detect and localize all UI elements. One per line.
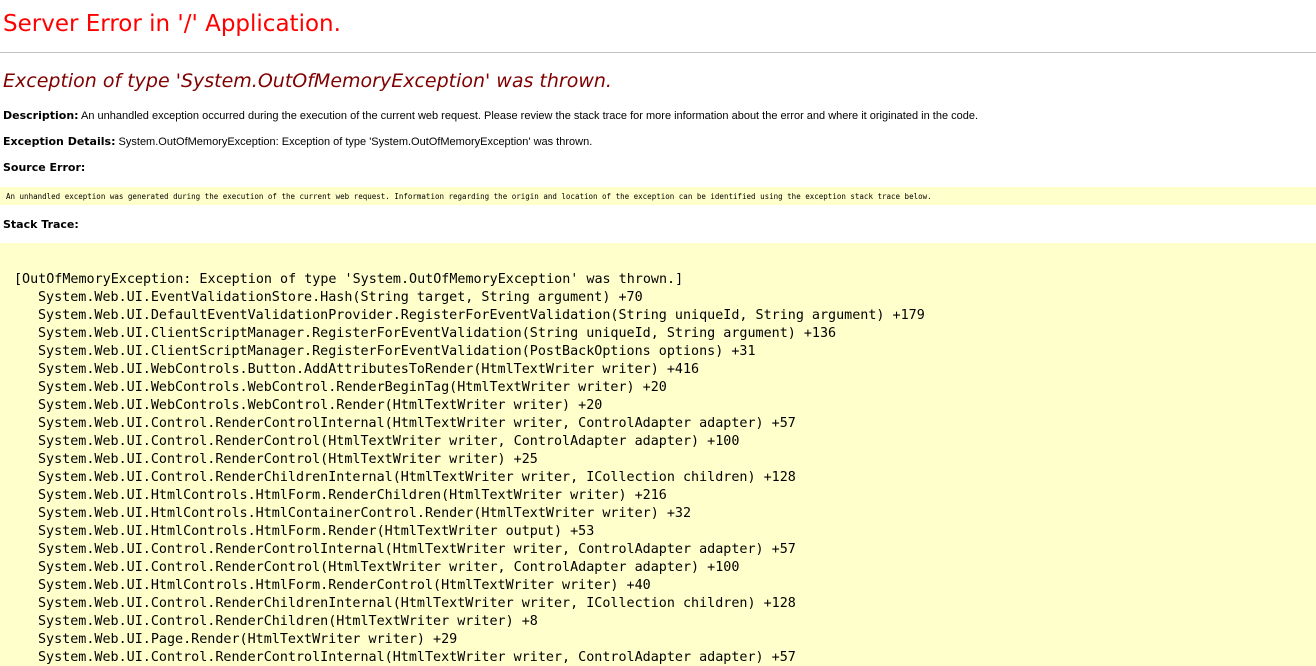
stack-frame: System.Web.UI.HtmlControls.HtmlForm.Rend… xyxy=(38,524,595,539)
stack-frame: System.Web.UI.WebControls.WebControl.Ren… xyxy=(38,380,667,395)
stack-frame: System.Web.UI.Page.Render(HtmlTextWriter… xyxy=(38,632,458,647)
exception-details-label: Exception Details: xyxy=(3,135,116,148)
description-line: Description: An unhandled exception occu… xyxy=(3,109,978,122)
stack-frame: System.Web.UI.DefaultEventValidationProv… xyxy=(38,308,925,323)
stack-trace-text: [OutOfMemoryException: Exception of type… xyxy=(14,271,925,666)
exception-details-line: Exception Details: System.OutOfMemoryExc… xyxy=(3,135,592,148)
stack-frame: System.Web.UI.Control.RenderControl(Html… xyxy=(38,560,740,575)
source-error-line: Source Error: xyxy=(3,161,85,174)
stack-frame: System.Web.UI.HtmlControls.HtmlContainer… xyxy=(38,506,692,521)
stack-frame: System.Web.UI.ClientScriptManager.Regist… xyxy=(38,344,756,359)
stack-frame: System.Web.UI.HtmlControls.HtmlForm.Rend… xyxy=(38,488,667,503)
stack-frame: System.Web.UI.Control.RenderControl(Html… xyxy=(38,434,740,449)
description-text: An unhandled exception occurred during t… xyxy=(81,110,979,122)
stack-frame: System.Web.UI.Control.RenderControl(Html… xyxy=(38,452,538,467)
stack-frame: System.Web.UI.Control.RenderControlInter… xyxy=(38,416,796,431)
stack-trace-line: Stack Trace: xyxy=(3,218,79,231)
stack-frame: System.Web.UI.WebControls.WebControl.Ren… xyxy=(38,398,603,413)
page-title: Server Error in '/' Application. xyxy=(3,11,341,37)
exception-details-text: System.OutOfMemoryException: Exception o… xyxy=(118,136,593,148)
source-error-text: An unhandled exception was generated dur… xyxy=(6,192,932,201)
stack-trace-label: Stack Trace: xyxy=(3,218,79,231)
exception-heading: Exception of type 'System.OutOfMemoryExc… xyxy=(3,70,612,92)
stack-frame: System.Web.UI.EventValidationStore.Hash(… xyxy=(38,290,643,305)
stack-frame: System.Web.UI.WebControls.Button.AddAttr… xyxy=(38,362,700,377)
source-error-box: An unhandled exception was generated dur… xyxy=(0,187,1316,205)
title-divider xyxy=(0,52,1316,53)
stack-frame: System.Web.UI.Control.RenderChildren(Htm… xyxy=(38,614,538,629)
stack-frame: System.Web.UI.Control.RenderControlInter… xyxy=(38,650,796,665)
source-error-label: Source Error: xyxy=(3,161,86,174)
stack-trace-box: [OutOfMemoryException: Exception of type… xyxy=(0,243,1316,666)
stack-frame: System.Web.UI.HtmlControls.HtmlForm.Rend… xyxy=(38,578,651,593)
stack-frame: System.Web.UI.ClientScriptManager.Regist… xyxy=(38,326,837,341)
stack-frame: System.Web.UI.Control.RenderControlInter… xyxy=(38,542,796,557)
stack-trace-frames: System.Web.UI.EventValidationStore.Hash(… xyxy=(14,289,925,666)
stack-frame: System.Web.UI.Control.RenderChildrenInte… xyxy=(38,596,796,611)
stack-frame: System.Web.UI.Control.RenderChildrenInte… xyxy=(38,470,796,485)
stack-trace-header: [OutOfMemoryException: Exception of type… xyxy=(14,272,684,287)
description-label: Description: xyxy=(3,109,79,122)
